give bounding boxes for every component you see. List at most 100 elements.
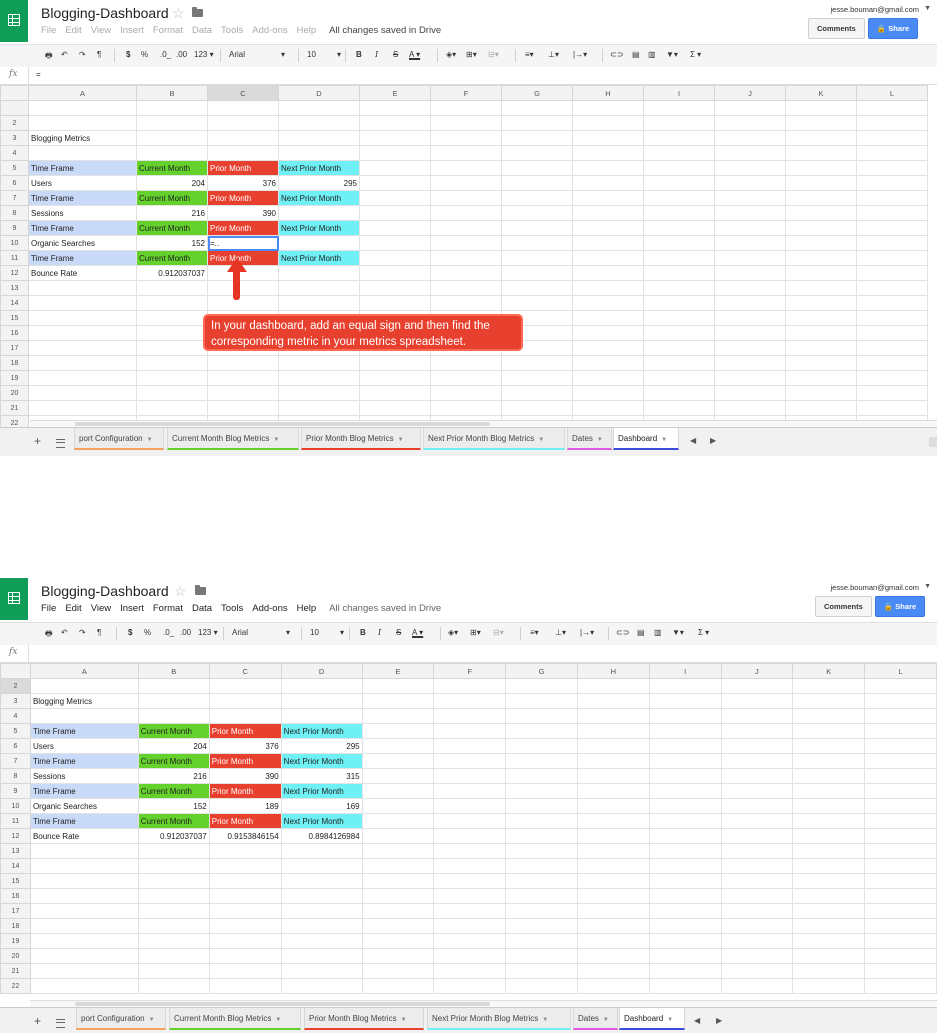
row-header[interactable]: 7	[0, 753, 31, 769]
current-month-cell[interactable]: Current Month	[136, 250, 208, 266]
current-month-cell[interactable]: Current Month	[137, 813, 210, 829]
all-sheets-icon[interactable]	[56, 1019, 65, 1028]
time-frame-cell[interactable]: Time Frame	[28, 220, 137, 236]
current-month-cell[interactable]: Current Month	[137, 753, 210, 769]
menu-format[interactable]: Format	[153, 603, 183, 614]
value-cell[interactable]: 204	[136, 175, 208, 191]
row-header[interactable]: 5	[0, 160, 29, 176]
time-frame-cell[interactable]: Time Frame	[29, 783, 139, 799]
tab-sheet-current-month[interactable]: Current Month Blog Metrics ▼	[169, 1008, 301, 1030]
share-button[interactable]: 🔒 Share	[875, 596, 925, 617]
percent-format-button[interactable]: %	[144, 628, 151, 637]
font-size-select[interactable]: 10 ▾	[310, 628, 344, 637]
vertical-align-icon[interactable]: ⊥▾	[555, 628, 566, 637]
text-color-button[interactable]: A ▾	[409, 50, 420, 59]
next-prior-month-cell[interactable]: Next Prior Month	[278, 160, 360, 176]
sheets-logo-icon[interactable]	[0, 0, 28, 42]
star-icon[interactable]: ☆	[172, 5, 185, 22]
menu-tools[interactable]: Tools	[221, 25, 243, 36]
tab-sheet-prior-month[interactable]: Prior Month Blog Metrics ▼	[301, 428, 421, 450]
bold-button[interactable]: B	[356, 50, 362, 59]
column-header[interactable]: G	[505, 663, 578, 679]
row-header[interactable]: 18	[0, 355, 29, 371]
chart-icon[interactable]: ▥	[648, 50, 656, 59]
menu-insert[interactable]: Insert	[120, 25, 144, 36]
column-header[interactable]: F	[433, 663, 507, 679]
menu-help[interactable]: Help	[297, 25, 317, 36]
more-formats-button[interactable]: 123 ▾	[194, 50, 214, 59]
menu-edit[interactable]: Edit	[65, 25, 81, 36]
add-sheet-icon[interactable]: +	[34, 1014, 41, 1028]
horizontal-scrollbar[interactable]	[30, 420, 937, 427]
currency-format-button[interactable]: $	[128, 628, 132, 637]
prior-month-cell[interactable]: Prior Month	[208, 783, 282, 799]
value-cell[interactable]: 390	[208, 768, 282, 784]
scroll-tabs-right-icon[interactable]: ▶	[716, 1016, 722, 1025]
scroll-tabs-left-icon[interactable]: ◀	[694, 1016, 700, 1025]
row-header[interactable]: 7	[0, 190, 29, 206]
value-cell[interactable]: 216	[137, 768, 210, 784]
row-header[interactable]: 20	[0, 385, 29, 401]
text-wrap-icon[interactable]: |→▾	[573, 50, 587, 59]
row-header[interactable]: 21	[0, 963, 31, 979]
paint-format-icon[interactable]: ¶	[97, 50, 101, 59]
row-header[interactable]: 8	[0, 768, 31, 784]
tab-sheet-current-month[interactable]: Current Month Blog Metrics ▼	[167, 428, 299, 450]
menu-format[interactable]: Format	[153, 25, 183, 36]
value-cell[interactable]: 204	[137, 738, 210, 754]
more-formats-button[interactable]: 123 ▾	[198, 628, 218, 637]
tab-sheet-next-prior-month[interactable]: Next Prior Month Blog Metrics ▼	[423, 428, 565, 450]
column-header[interactable]: J	[714, 85, 786, 101]
row-header[interactable]: 21	[0, 400, 29, 416]
prior-month-cell[interactable]: Prior Month	[207, 220, 279, 236]
tab-sheet-report-configuration[interactable]: port Configuration ▼	[74, 428, 164, 450]
menu-data[interactable]: Data	[192, 603, 212, 614]
column-header[interactable]: A	[28, 85, 137, 101]
metric-label-cell[interactable]: Sessions	[29, 768, 139, 784]
value-cell[interactable]: 0.912037037	[136, 265, 208, 281]
text-color-button[interactable]: A ▾	[412, 628, 423, 637]
row-header[interactable]: 14	[0, 295, 29, 311]
value-cell[interactable]	[278, 265, 360, 281]
formula-input[interactable]: =	[36, 70, 41, 79]
chevron-down-icon[interactable]: ▼	[924, 583, 931, 590]
column-header[interactable]: I	[643, 85, 715, 101]
time-frame-cell[interactable]: Time Frame	[28, 160, 137, 176]
row-header[interactable]: 15	[0, 310, 29, 326]
account-email[interactable]: jesse.bouman@gmail.com	[831, 583, 919, 592]
tab-sheet-prior-month[interactable]: Prior Month Blog Metrics ▼	[304, 1008, 424, 1030]
row-header[interactable]: 12	[0, 265, 29, 281]
value-cell[interactable]: 315	[280, 768, 363, 784]
time-frame-cell[interactable]: Time Frame	[28, 190, 137, 206]
tab-sheet-report-configuration[interactable]: port Configuration ▼	[76, 1008, 166, 1030]
value-cell[interactable]: 189	[208, 798, 282, 814]
active-edit-cell[interactable]: =..	[207, 235, 279, 251]
menu-file[interactable]: File	[41, 603, 56, 614]
prior-month-cell[interactable]: Prior Month	[208, 813, 282, 829]
row-header[interactable]: 14	[0, 858, 31, 874]
strikethrough-button[interactable]: S	[393, 50, 398, 59]
font-family-select[interactable]: Arial ▾	[229, 50, 287, 59]
current-month-cell[interactable]: Current Month	[136, 220, 208, 236]
time-frame-cell[interactable]: Time Frame	[29, 723, 139, 739]
column-header[interactable]: B	[136, 85, 208, 101]
row-header[interactable]: 16	[0, 888, 31, 904]
tab-sheet-dates[interactable]: Dates ▼	[573, 1008, 618, 1030]
metric-label-cell[interactable]: Bounce Rate	[28, 265, 137, 281]
decrease-decimal-button[interactable]: .0_	[163, 628, 174, 637]
value-cell[interactable]: 0.9153846154	[208, 828, 282, 844]
account-email[interactable]: jesse.bouman@gmail.com	[831, 5, 919, 14]
next-prior-month-cell[interactable]: Next Prior Month	[280, 753, 363, 769]
metric-label-cell[interactable]: Organic Searches	[28, 235, 137, 251]
filter-icon[interactable]: ▼▾	[672, 628, 684, 637]
tab-sheet-dashboard[interactable]: Dashboard ▼	[619, 1008, 685, 1030]
row-header[interactable]: 11	[0, 250, 29, 266]
row-header[interactable]: 17	[0, 340, 29, 356]
metric-label-cell[interactable]: Users	[28, 175, 137, 191]
borders-icon[interactable]: ⊞▾	[466, 50, 477, 59]
current-month-cell[interactable]: Current Month	[137, 783, 210, 799]
value-cell[interactable]: 295	[278, 175, 360, 191]
column-header[interactable]: L	[864, 663, 937, 679]
font-size-select[interactable]: 10 ▾	[307, 50, 341, 59]
all-sheets-icon[interactable]	[56, 439, 65, 448]
